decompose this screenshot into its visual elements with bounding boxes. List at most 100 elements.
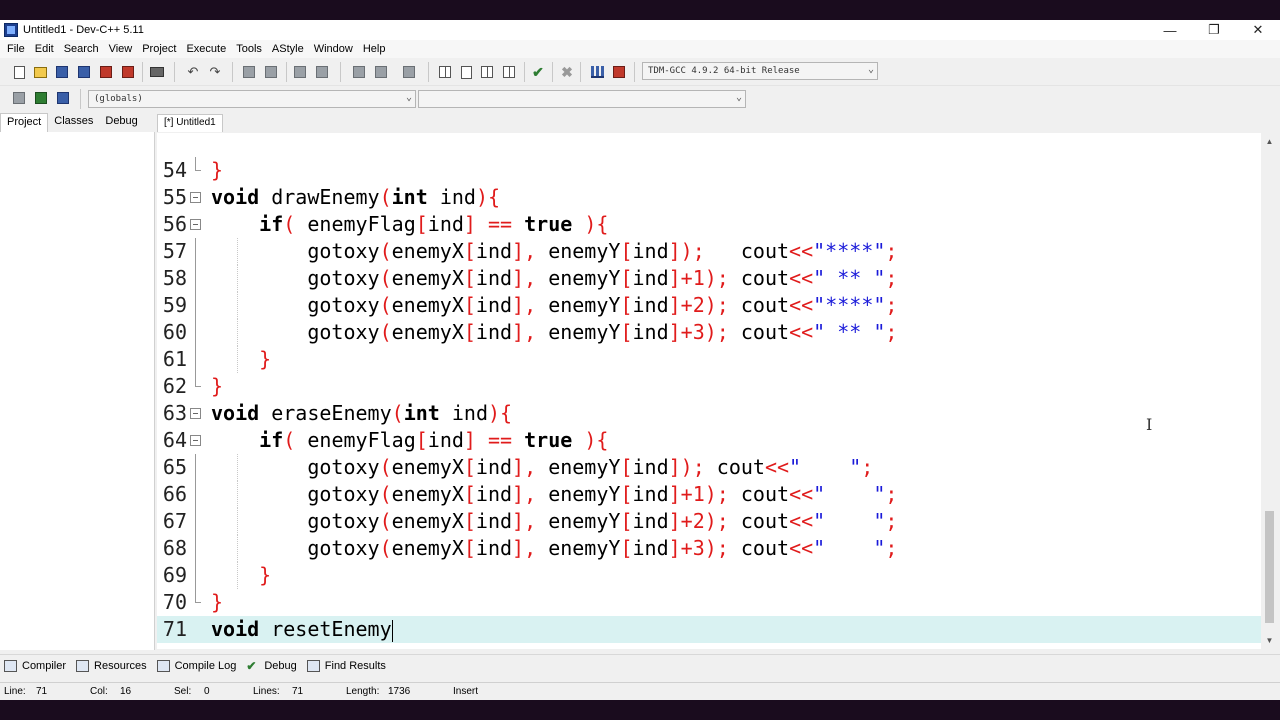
- code-line[interactable]: 58 gotoxy(enemyX[ind], enemyY[ind]+1); c…: [157, 265, 1261, 292]
- debug-icon[interactable]: [610, 63, 628, 81]
- scope-select[interactable]: (globals) ⌄: [88, 90, 416, 108]
- code-line[interactable]: 61 }: [157, 346, 1261, 373]
- maximize-button[interactable]: ❐: [1192, 20, 1236, 40]
- project-options-icon[interactable]: [400, 63, 418, 81]
- code-line[interactable]: 59 gotoxy(enemyX[ind], enemyY[ind]+2); c…: [157, 292, 1261, 319]
- rebuild-all-icon[interactable]: [500, 63, 518, 81]
- close-all-icon[interactable]: [119, 63, 137, 81]
- print-icon[interactable]: [148, 63, 166, 81]
- syntax-check-icon[interactable]: ✔: [529, 63, 547, 81]
- member-select[interactable]: ⌄: [418, 90, 746, 108]
- tab-compile-log[interactable]: Compile Log: [156, 659, 236, 672]
- tab-compiler[interactable]: Compiler: [4, 659, 66, 672]
- compile-run-icon[interactable]: [478, 63, 496, 81]
- fold-toggle-icon[interactable]: [190, 219, 201, 230]
- code-text: gotoxy(enemyX[ind], enemyY[ind]+1); cout…: [211, 265, 897, 292]
- tab-resources[interactable]: Resources: [76, 659, 147, 672]
- close-file-icon[interactable]: [97, 63, 115, 81]
- menu-help[interactable]: Help: [358, 43, 391, 55]
- replace-icon[interactable]: [262, 63, 280, 81]
- code-line[interactable]: 65 gotoxy(enemyX[ind], enemyY[ind]); cou…: [157, 454, 1261, 481]
- new-file-icon[interactable]: [10, 63, 28, 81]
- find-icon[interactable]: [240, 63, 258, 81]
- code-symbol: [: [620, 293, 633, 317]
- menu-search[interactable]: Search: [59, 43, 104, 55]
- code-line[interactable]: 56 if( enemyFlag[ind] == true ){: [157, 211, 1261, 238]
- line-number: 69: [162, 563, 187, 587]
- code-symbol: ;: [885, 266, 898, 290]
- code-line[interactable]: 67 gotoxy(enemyX[ind], enemyY[ind]+2); c…: [157, 508, 1261, 535]
- scroll-up-icon[interactable]: ▲: [1261, 133, 1278, 150]
- goto-back-icon[interactable]: [32, 89, 50, 107]
- code-symbol: [: [463, 320, 476, 344]
- chevron-down-icon: ⌄: [405, 92, 412, 103]
- code-line[interactable]: 68 gotoxy(enemyX[ind], enemyY[ind]+3); c…: [157, 535, 1261, 562]
- code-symbol: ]+: [668, 266, 693, 290]
- profile-icon[interactable]: [588, 63, 606, 81]
- code-line[interactable]: 62}: [157, 373, 1261, 400]
- tab-debug-output[interactable]: ✔ Debug: [246, 660, 296, 672]
- goto-line-icon[interactable]: [291, 63, 309, 81]
- project-add-icon[interactable]: [350, 63, 368, 81]
- insert-icon[interactable]: [10, 89, 28, 107]
- undo-icon[interactable]: ↶: [184, 63, 202, 81]
- tab-find-results[interactable]: Find Results: [306, 659, 386, 672]
- code-line[interactable]: 66 gotoxy(enemyX[ind], enemyY[ind]+1); c…: [157, 481, 1261, 508]
- code-symbol: ],: [512, 239, 537, 263]
- menu-project[interactable]: Project: [137, 43, 181, 55]
- code-symbol: ]+: [668, 509, 693, 533]
- code-symbol: ==: [488, 428, 513, 452]
- scrollbar-thumb[interactable]: [1265, 511, 1274, 623]
- menu-astyle[interactable]: AStyle: [267, 43, 309, 55]
- menu-file[interactable]: File: [2, 43, 30, 55]
- fold-end-marker: [195, 589, 201, 603]
- open-project-icon[interactable]: [31, 63, 49, 81]
- editor-vertical-scrollbar[interactable]: ▲ ▼: [1261, 133, 1278, 649]
- scroll-down-icon[interactable]: ▼: [1261, 632, 1278, 649]
- stop-execution-icon[interactable]: ✖: [558, 63, 576, 81]
- run-icon[interactable]: [457, 63, 475, 81]
- code-line[interactable]: 63 void eraseEnemy(int ind){: [157, 400, 1261, 427]
- menu-tools[interactable]: Tools: [231, 43, 267, 55]
- project-remove-icon[interactable]: [372, 63, 390, 81]
- compiler-select[interactable]: TDM-GCC 4.9.2 64-bit Release ⌄: [642, 62, 878, 80]
- code-line[interactable]: 60 gotoxy(enemyX[ind], enemyY[ind]+3); c…: [157, 319, 1261, 346]
- code-symbol: (: [379, 536, 392, 560]
- menu-window[interactable]: Window: [309, 43, 358, 55]
- code-line[interactable]: 57 gotoxy(enemyX[ind], enemyY[ind]); cou…: [157, 238, 1261, 265]
- class-browser-icon[interactable]: [54, 89, 72, 107]
- main-toolbar: ↶ ↷ ✔ ✖ TDM-GCC 4.9.2 64-bit Release ⌄: [0, 58, 1280, 86]
- code-line[interactable]: 70}: [157, 589, 1261, 616]
- redo-icon[interactable]: ↷: [206, 63, 224, 81]
- close-button[interactable]: ✕: [1236, 20, 1280, 40]
- code-symbol: }: [211, 374, 224, 398]
- tab-classes[interactable]: Classes: [48, 113, 99, 132]
- code-editor[interactable]: 54} 55 void drawEnemy(int ind){56 if( enem…: [157, 133, 1261, 649]
- menu-view[interactable]: View: [104, 43, 138, 55]
- compile-icon[interactable]: [436, 63, 454, 81]
- editor-tab-untitled1[interactable]: [*] Untitled1: [157, 114, 223, 132]
- line-number: 55: [162, 185, 187, 209]
- code-line[interactable]: 69 }: [157, 562, 1261, 589]
- fold-toggle-icon[interactable]: [190, 408, 201, 419]
- tab-project[interactable]: Project: [0, 113, 49, 132]
- minimize-button[interactable]: —: [1148, 20, 1192, 40]
- code-line[interactable]: 71 void resetEnemy: [157, 616, 1261, 643]
- save-icon[interactable]: [53, 63, 71, 81]
- code-line[interactable]: 55 void drawEnemy(int ind){: [157, 184, 1261, 211]
- code-line[interactable]: 64 if( enemyFlag[ind] == true ){: [157, 427, 1261, 454]
- code-identifier: enemyX: [391, 266, 464, 290]
- fold-toggle-icon[interactable]: [190, 435, 201, 446]
- tab-debug[interactable]: Debug: [99, 113, 143, 132]
- save-all-icon[interactable]: [75, 63, 93, 81]
- fold-toggle-icon[interactable]: [190, 192, 201, 203]
- code-line[interactable]: 54}: [157, 157, 1261, 184]
- menu-edit[interactable]: Edit: [30, 43, 59, 55]
- toggle-bookmark-icon[interactable]: [313, 63, 331, 81]
- menu-execute[interactable]: Execute: [181, 43, 231, 55]
